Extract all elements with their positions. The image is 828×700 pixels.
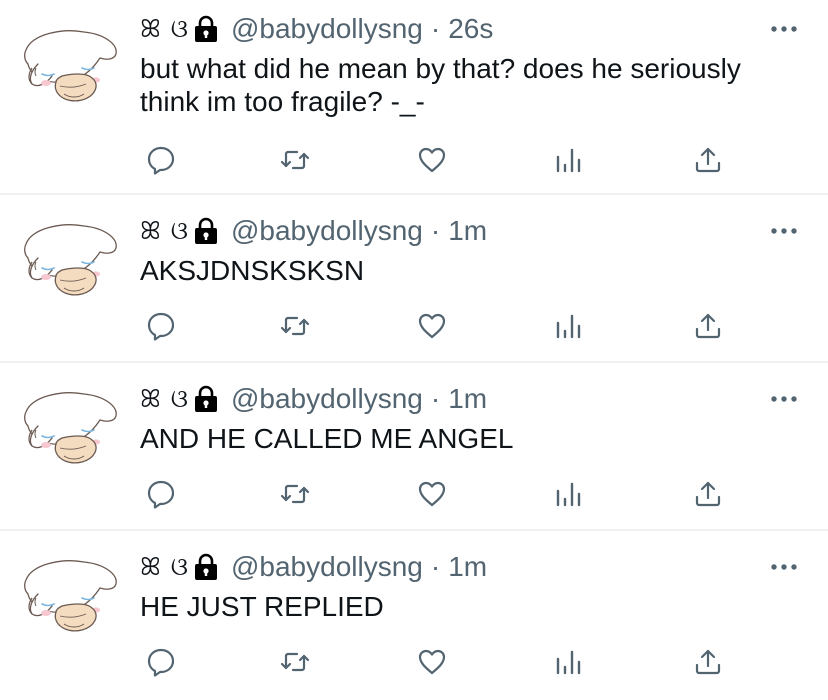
- user-handle[interactable]: @babydollysng: [231, 13, 423, 45]
- more-horizontal-icon[interactable]: [770, 395, 798, 403]
- reply-icon[interactable]: [146, 311, 176, 341]
- retweet-icon[interactable]: [280, 145, 310, 175]
- tweet-header: ꕤ ଓ @babydollysng · 1m: [140, 549, 487, 585]
- tweet-header: ꕤ ଓ @babydollysng · 26s: [140, 11, 493, 47]
- analytics-icon[interactable]: [553, 145, 583, 175]
- lock-icon: [193, 553, 219, 581]
- tweet[interactable]: ꕤ ଓ @babydollysng · 1m AKSJDNSKSKSN: [0, 196, 828, 364]
- separator: ·: [430, 383, 441, 414]
- timestamp[interactable]: 26s: [448, 13, 493, 45]
- heart-icon[interactable]: [417, 647, 447, 677]
- lock-icon: [193, 15, 219, 43]
- user-handle[interactable]: @babydollysng: [231, 551, 423, 583]
- display-name[interactable]: ꕤ ଓ: [140, 552, 189, 582]
- more-horizontal-icon[interactable]: [770, 563, 798, 571]
- retweet-icon[interactable]: [280, 479, 310, 509]
- avatar[interactable]: [22, 24, 122, 108]
- retweet-icon[interactable]: [280, 647, 310, 677]
- tweet[interactable]: ꕤ ଓ @babydollysng · 26s but what did he …: [0, 0, 828, 175]
- retweet-icon[interactable]: [280, 311, 310, 341]
- tweet-feed: ꕤ ଓ @babydollysng · 26s but what did he …: [0, 0, 828, 696]
- share-icon[interactable]: [693, 479, 723, 509]
- separator: ·: [430, 551, 441, 582]
- display-name[interactable]: ꕤ ଓ: [140, 384, 189, 414]
- tweet-text: AKSJDNSKSKSN: [140, 255, 365, 286]
- tweet[interactable]: ꕤ ଓ @babydollysng · 1m HE JUST REPLIED: [0, 532, 828, 700]
- tweet-header: ꕤ ଓ @babydollysng · 1m: [140, 381, 487, 417]
- tweet-divider: [0, 529, 828, 531]
- separator: ·: [430, 215, 441, 246]
- tweet-text: AND HE CALLED ME ANGEL: [140, 423, 514, 454]
- separator: ·: [430, 13, 441, 44]
- tweet-divider: [0, 361, 828, 363]
- user-handle[interactable]: @babydollysng: [231, 215, 423, 247]
- timestamp[interactable]: 1m: [448, 551, 487, 583]
- avatar[interactable]: [22, 386, 122, 470]
- lock-icon: [193, 385, 219, 413]
- heart-icon[interactable]: [417, 145, 447, 175]
- more-horizontal-icon[interactable]: [770, 227, 798, 235]
- share-icon[interactable]: [693, 145, 723, 175]
- reply-icon[interactable]: [146, 145, 176, 175]
- avatar[interactable]: [22, 554, 122, 638]
- share-icon[interactable]: [693, 311, 723, 341]
- display-name[interactable]: ꕤ ଓ: [140, 216, 189, 246]
- analytics-icon[interactable]: [553, 647, 583, 677]
- reply-icon[interactable]: [146, 647, 176, 677]
- display-name[interactable]: ꕤ ଓ: [140, 14, 189, 44]
- user-handle[interactable]: @babydollysng: [231, 383, 423, 415]
- share-icon[interactable]: [693, 647, 723, 677]
- timestamp[interactable]: 1m: [448, 383, 487, 415]
- tweet[interactable]: ꕤ ଓ @babydollysng · 1m AND HE CALLED ME …: [0, 364, 828, 532]
- tweet-divider: [0, 193, 828, 195]
- heart-icon[interactable]: [417, 311, 447, 341]
- analytics-icon[interactable]: [553, 479, 583, 509]
- lock-icon: [193, 217, 219, 245]
- tweet-header: ꕤ ଓ @babydollysng · 1m: [140, 213, 487, 249]
- tweet-text: but what did he mean by that? does he se…: [140, 53, 749, 117]
- analytics-icon[interactable]: [553, 311, 583, 341]
- heart-icon[interactable]: [417, 479, 447, 509]
- reply-icon[interactable]: [146, 479, 176, 509]
- more-horizontal-icon[interactable]: [770, 25, 798, 33]
- tweet-text: HE JUST REPLIED: [140, 591, 384, 622]
- avatar[interactable]: [22, 218, 122, 302]
- timestamp[interactable]: 1m: [448, 215, 487, 247]
